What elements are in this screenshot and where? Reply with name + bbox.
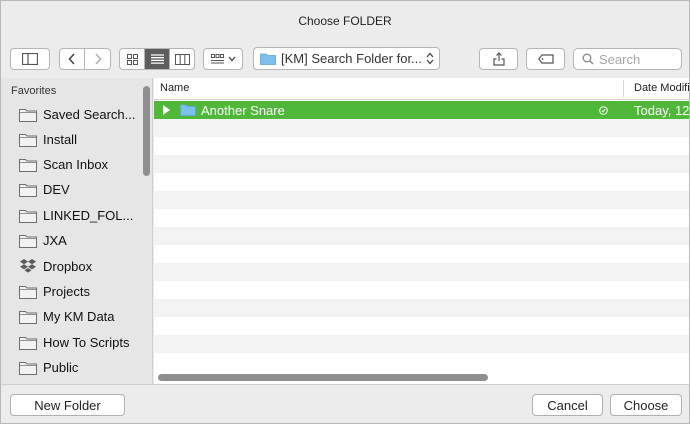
sidebar-item-projects[interactable]: Projects bbox=[19, 281, 144, 301]
folder-icon bbox=[260, 53, 276, 65]
folder-icon bbox=[19, 336, 37, 350]
file-row-selected[interactable]: Another Snare Today, 12: bbox=[154, 101, 689, 119]
choose-folder-dialog: Choose FOLDER [KM] Search Folder for... … bbox=[0, 0, 690, 424]
choose-button[interactable]: Choose bbox=[610, 394, 682, 416]
sidebar-item-label: JXA bbox=[43, 232, 67, 248]
sidebar-toggle-button[interactable] bbox=[10, 48, 50, 70]
sidebar-item-dev[interactable]: DEV bbox=[19, 179, 144, 199]
sidebar-item-saved-search[interactable]: Saved Search... bbox=[19, 104, 144, 124]
nav-buttons bbox=[59, 48, 111, 70]
folder-icon bbox=[19, 158, 37, 172]
chevron-down-icon bbox=[228, 56, 235, 62]
folder-icon bbox=[19, 108, 37, 122]
forward-button[interactable] bbox=[85, 49, 110, 69]
folder-icon bbox=[19, 361, 37, 375]
sidebar-item-label: My KM Data bbox=[43, 308, 115, 324]
tag-icon bbox=[537, 54, 554, 64]
empty-row bbox=[154, 317, 689, 335]
path-popup[interactable]: [KM] Search Folder for... bbox=[253, 47, 440, 70]
empty-row bbox=[154, 173, 689, 191]
empty-row bbox=[154, 335, 689, 353]
empty-row bbox=[154, 119, 689, 137]
up-down-arrows-icon bbox=[426, 52, 434, 65]
sidebar-section-favorites: Favorites bbox=[11, 85, 57, 97]
sidebar-item-label: LINKED_FOL... bbox=[43, 207, 134, 223]
empty-row bbox=[154, 299, 689, 317]
arrange-icon bbox=[210, 54, 224, 64]
sidebar-item-my-km-data[interactable]: My KM Data bbox=[19, 306, 144, 326]
new-folder-button[interactable]: New Folder bbox=[10, 394, 125, 416]
file-name: Another Snare bbox=[201, 103, 285, 118]
sidebar-item-how-to-scripts[interactable]: How To Scripts bbox=[19, 332, 144, 352]
sidebar-item-label: Saved Search... bbox=[43, 106, 136, 122]
folder-icon bbox=[19, 133, 37, 147]
cancel-button[interactable]: Cancel bbox=[532, 394, 603, 416]
list-view-icon bbox=[150, 54, 164, 64]
column-header: Name Date Modifi bbox=[154, 78, 689, 100]
empty-row bbox=[154, 227, 689, 245]
arrange-button[interactable] bbox=[203, 48, 243, 70]
empty-row bbox=[154, 263, 689, 281]
folder-icon bbox=[19, 285, 37, 299]
sidebar-item-label: Public bbox=[43, 359, 79, 375]
sidebar-item-dropbox[interactable]: Dropbox bbox=[19, 256, 144, 276]
dropbox-icon bbox=[20, 259, 36, 273]
column-header-date-modified[interactable]: Date Modifi bbox=[634, 82, 689, 94]
sidebar-icon bbox=[22, 53, 38, 65]
toolbar: [KM] Search Folder for... bbox=[1, 41, 689, 77]
back-button[interactable] bbox=[60, 49, 85, 69]
empty-row bbox=[154, 191, 689, 209]
bottom-bar: New Folder Cancel Choose bbox=[1, 384, 689, 423]
sidebar-item-label: Projects bbox=[43, 283, 90, 299]
icon-view-button[interactable] bbox=[120, 49, 145, 69]
view-mode-segmented bbox=[119, 48, 195, 70]
checkmark-badge-icon bbox=[599, 106, 608, 115]
sidebar-item-linked-folder[interactable]: LINKED_FOL... bbox=[19, 205, 144, 225]
column-header-name[interactable]: Name bbox=[160, 82, 189, 94]
column-view-button[interactable] bbox=[170, 49, 194, 69]
grid-view-icon bbox=[126, 53, 138, 65]
file-list: Name Date Modifi Another Snare Today, 12… bbox=[154, 78, 689, 384]
horizontal-scrollbar[interactable] bbox=[158, 374, 488, 381]
chevron-right-icon bbox=[94, 53, 102, 65]
folder-icon bbox=[19, 209, 37, 223]
sidebar-item-scan-inbox[interactable]: Scan Inbox bbox=[19, 154, 144, 174]
sidebar-item-label: DEV bbox=[43, 181, 70, 197]
share-button[interactable] bbox=[479, 48, 518, 70]
search-field[interactable] bbox=[573, 48, 682, 70]
chevron-left-icon bbox=[68, 53, 75, 65]
folder-icon bbox=[180, 104, 196, 116]
sidebar-item-label: Install bbox=[43, 131, 77, 147]
sidebar-scrollbar[interactable] bbox=[143, 86, 150, 176]
sidebar-item-label: How To Scripts bbox=[43, 334, 130, 350]
folder-icon bbox=[19, 310, 37, 324]
empty-row bbox=[154, 209, 689, 227]
empty-row bbox=[154, 155, 689, 173]
file-date-modified: Today, 12: bbox=[634, 103, 689, 118]
window-title: Choose FOLDER bbox=[298, 14, 392, 28]
column-divider[interactable] bbox=[623, 80, 624, 97]
search-input[interactable] bbox=[599, 51, 671, 67]
sidebar-item-label: Dropbox bbox=[43, 258, 93, 274]
folder-icon bbox=[19, 183, 37, 197]
empty-row bbox=[154, 281, 689, 299]
search-icon bbox=[582, 53, 594, 65]
folder-icon bbox=[19, 234, 37, 248]
sidebar-item-label: Scan Inbox bbox=[43, 156, 109, 172]
empty-row bbox=[154, 353, 689, 371]
tag-button[interactable] bbox=[526, 48, 565, 70]
sidebar-item-jxa[interactable]: JXA bbox=[19, 230, 144, 250]
sidebar-item-install[interactable]: Install bbox=[19, 129, 144, 149]
share-icon bbox=[492, 52, 505, 66]
disclosure-triangle-icon[interactable] bbox=[163, 105, 170, 115]
list-view-button[interactable] bbox=[145, 49, 170, 69]
sidebar-item-public[interactable]: Public bbox=[19, 357, 144, 377]
column-view-icon bbox=[174, 53, 190, 65]
sidebar: Favorites Saved Search... Install Scan I… bbox=[1, 78, 153, 384]
empty-row bbox=[154, 245, 689, 263]
empty-row bbox=[154, 137, 689, 155]
path-label: [KM] Search Folder for... bbox=[281, 51, 422, 66]
